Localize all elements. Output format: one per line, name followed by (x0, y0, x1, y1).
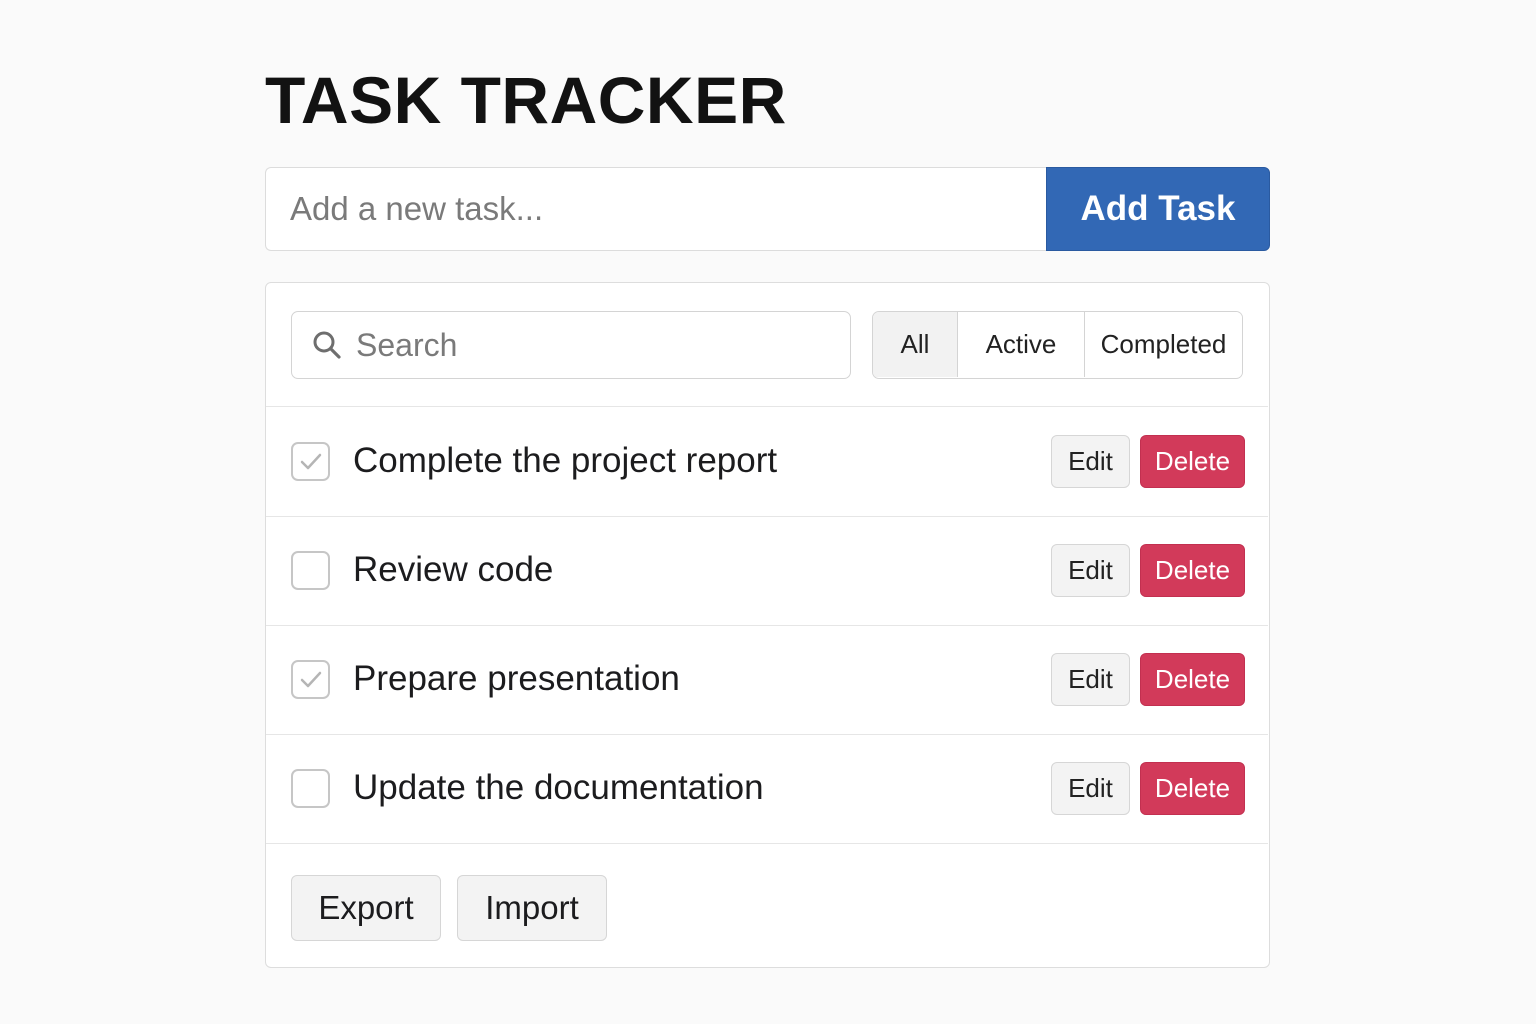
search-icon (312, 330, 342, 360)
search-input[interactable] (356, 315, 850, 375)
task-label: Update the documentation (353, 768, 764, 807)
delete-button[interactable]: Delete (1140, 435, 1245, 488)
task-row: Complete the project report Edit Delete (266, 407, 1268, 517)
task-toolbar: All Active Completed (266, 283, 1268, 407)
search-box[interactable] (291, 311, 851, 379)
delete-button[interactable]: Delete (1140, 653, 1245, 706)
import-button[interactable]: Import (457, 875, 607, 941)
filter-group: All Active Completed (872, 311, 1243, 379)
task-label: Prepare presentation (353, 659, 680, 698)
task-row: Prepare presentation Edit Delete (266, 625, 1268, 735)
task-panel: All Active Completed Complete the projec… (265, 282, 1270, 968)
new-task-input[interactable] (265, 167, 1046, 251)
task-row: Review code Edit Delete (266, 516, 1268, 626)
edit-button[interactable]: Edit (1051, 762, 1130, 815)
edit-button[interactable]: Edit (1051, 653, 1130, 706)
task-checkbox[interactable] (291, 660, 330, 699)
edit-button[interactable]: Edit (1051, 435, 1130, 488)
delete-button[interactable]: Delete (1140, 762, 1245, 815)
task-checkbox[interactable] (291, 769, 330, 808)
task-footer: Export Import (266, 843, 1268, 967)
delete-button[interactable]: Delete (1140, 544, 1245, 597)
page-title: TASK TRACKER (265, 63, 787, 137)
check-icon (300, 453, 321, 469)
edit-button[interactable]: Edit (1051, 544, 1130, 597)
task-checkbox[interactable] (291, 442, 330, 481)
export-button[interactable]: Export (291, 875, 441, 941)
filter-all-button[interactable]: All (873, 312, 958, 377)
add-task-row: Add Task (265, 167, 1270, 251)
task-row: Update the documentation Edit Delete (266, 734, 1268, 844)
check-icon (300, 671, 321, 687)
task-label: Review code (353, 550, 554, 589)
filter-completed-button[interactable]: Completed (1085, 312, 1242, 377)
task-label: Complete the project report (353, 441, 778, 480)
filter-active-button[interactable]: Active (958, 312, 1085, 377)
task-checkbox[interactable] (291, 551, 330, 590)
add-task-button[interactable]: Add Task (1046, 167, 1270, 251)
